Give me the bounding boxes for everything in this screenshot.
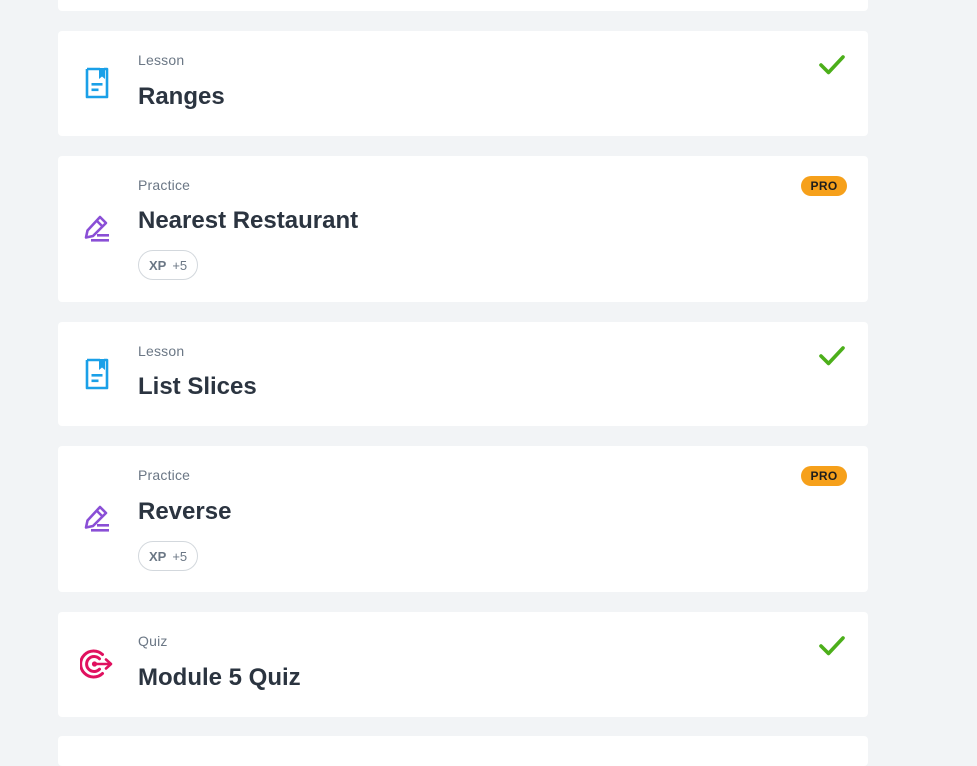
practice-card-reverse[interactable]: Practice Reverse PRO XP +5 bbox=[58, 446, 868, 592]
checkmark-icon bbox=[819, 55, 845, 75]
item-title: Reverse bbox=[138, 498, 232, 525]
lesson-document-icon bbox=[80, 66, 114, 100]
item-title: Nearest Restaurant bbox=[138, 207, 359, 234]
next-item-card[interactable] bbox=[58, 736, 868, 766]
item-type-label: Lesson bbox=[138, 52, 185, 68]
item-title: Ranges bbox=[138, 83, 225, 110]
previous-item-card[interactable] bbox=[58, 0, 868, 11]
practice-pencil-icon bbox=[80, 211, 114, 245]
xp-label: XP bbox=[149, 548, 167, 564]
checkmark-icon bbox=[819, 346, 845, 366]
item-type-label: Practice bbox=[138, 467, 191, 483]
quiz-card-module-5[interactable]: Quiz Module 5 Quiz bbox=[58, 612, 868, 717]
practice-pencil-icon bbox=[80, 501, 114, 535]
item-title: Module 5 Quiz bbox=[138, 664, 301, 691]
xp-reward-chip: XP +5 bbox=[138, 250, 199, 280]
xp-label: XP bbox=[149, 257, 167, 273]
lesson-card-ranges[interactable]: Lesson Ranges bbox=[58, 31, 868, 136]
pro-badge: PRO bbox=[801, 466, 847, 486]
checkmark-icon bbox=[819, 636, 845, 656]
item-title: List Slices bbox=[138, 373, 257, 400]
lesson-card-list-slices[interactable]: Lesson List Slices bbox=[58, 322, 868, 426]
item-type-label: Lesson bbox=[138, 343, 185, 359]
item-type-label: Practice bbox=[138, 177, 191, 193]
xp-value: +5 bbox=[172, 257, 188, 273]
lesson-document-icon bbox=[80, 357, 114, 391]
quiz-target-icon bbox=[80, 647, 114, 681]
pro-badge: PRO bbox=[801, 176, 847, 196]
item-type-label: Quiz bbox=[138, 633, 168, 649]
practice-card-nearest-restaurant[interactable]: Practice Nearest Restaurant PRO XP +5 bbox=[58, 156, 868, 302]
xp-reward-chip: XP +5 bbox=[138, 541, 199, 571]
xp-value: +5 bbox=[172, 548, 188, 564]
